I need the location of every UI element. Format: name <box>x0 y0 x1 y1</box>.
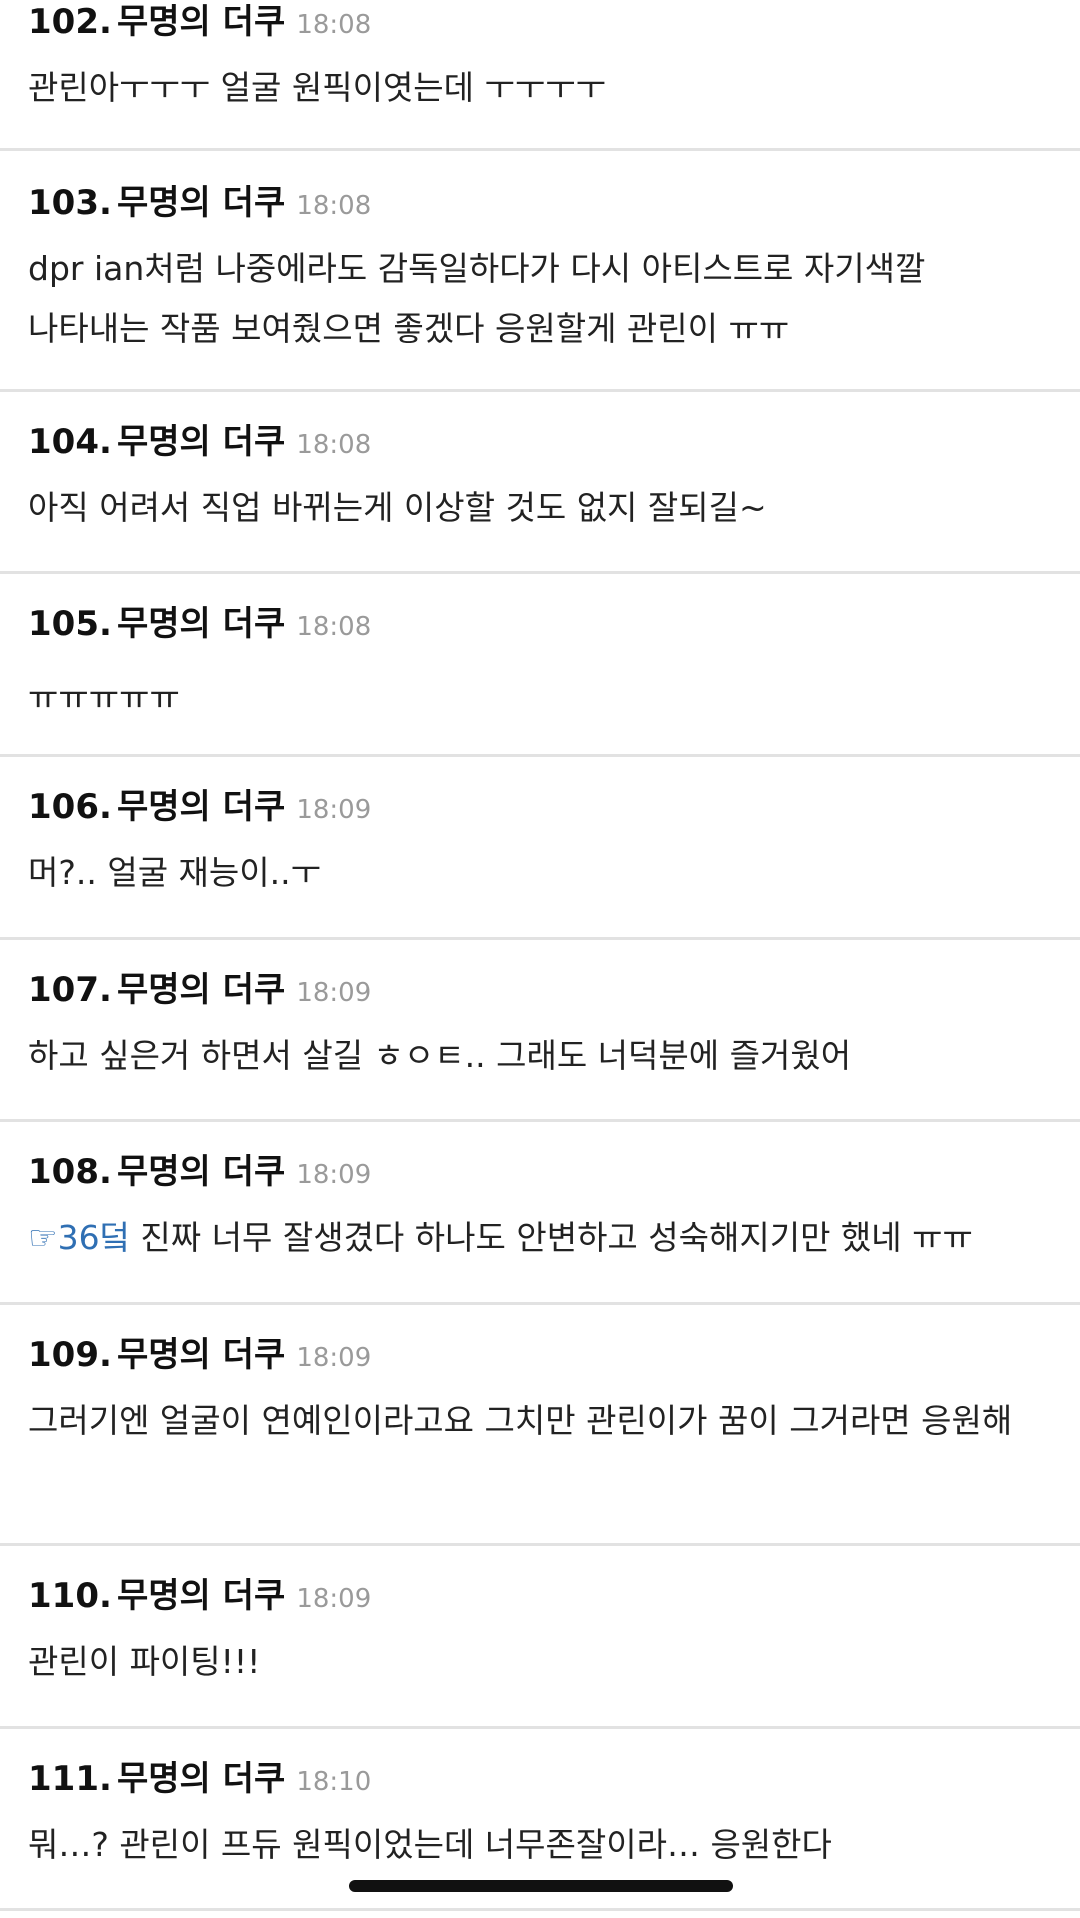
comment-author[interactable]: 무명의 더쿠 <box>117 1576 285 1616</box>
comment-text: 뭐…? 관린이 프듀 원픽이었는데 너무존잘이라… 응원한다 <box>28 1825 832 1864</box>
comment-text: 관린아ㅜㅜㅜ 얼굴 원픽이엿는데 ㅜㅜㅜㅜ <box>28 68 606 107</box>
comment-header: 103. 무명의 더쿠 18:08 <box>28 183 371 229</box>
comment-author[interactable]: 무명의 더쿠 <box>117 1152 285 1192</box>
comment-author[interactable]: 무명의 더쿠 <box>117 970 285 1010</box>
comment-number: 111. <box>28 1759 112 1799</box>
comment-author[interactable]: 무명의 더쿠 <box>117 422 285 462</box>
comment-number: 106. <box>28 787 112 827</box>
comment-number: 108. <box>28 1152 112 1192</box>
comment-item: 106. 무명의 더쿠 18:09 머?.. 얼굴 재능이..ㅜ <box>0 757 1080 940</box>
comment-anchor-link[interactable]: ☞36덬 <box>28 1218 130 1257</box>
comment-text: 아직 어려서 직업 바뀌는게 이상할 것도 없지 잘되길~ <box>28 488 767 527</box>
comment-number: 103. <box>28 183 112 223</box>
comment-header: 107. 무명의 더쿠 18:09 <box>28 970 371 1016</box>
comment-time: 18:09 <box>296 1343 372 1373</box>
comment-time: 18:08 <box>296 430 372 460</box>
comment-text: ㅠㅠㅠㅠㅠ <box>28 678 180 717</box>
comment-time: 18:09 <box>296 978 372 1008</box>
comment-header: 105. 무명의 더쿠 18:08 <box>28 604 371 650</box>
comment-item: 107. 무명의 더쿠 18:09 하고 싶은거 하면서 살길 ㅎㅇㅌ.. 그래… <box>0 940 1080 1122</box>
comment-header: 110. 무명의 더쿠 18:09 <box>28 1576 371 1622</box>
comment-author[interactable]: 무명의 더쿠 <box>117 787 285 827</box>
comment-text: 하고 싶은거 하면서 살길 ㅎㅇㅌ.. 그래도 너덕분에 즐거웠어 <box>28 1036 852 1075</box>
comment-text: dpr ian처럼 나중에라도 감독일하다가 다시 아티스트로 자기색깔 나타내… <box>28 249 926 348</box>
comment-header: 111. 무명의 더쿠 18:10 <box>28 1759 371 1805</box>
comment-author[interactable]: 무명의 더쿠 <box>117 2 285 42</box>
comment-item: 108. 무명의 더쿠 18:09 ☞36덬 진짜 너무 잘생겼다 하나도 안변… <box>0 1122 1080 1305</box>
comment-author[interactable]: 무명의 더쿠 <box>117 183 285 223</box>
comment-text: 그러기엔 얼굴이 연예인이라고요 그치만 관린이가 꿈이 그거라면 응원해 <box>28 1401 1013 1440</box>
comment-time: 18:08 <box>296 191 372 221</box>
comment-item: 110. 무명의 더쿠 18:09 관린이 파이팅!!! <box>0 1546 1080 1729</box>
comment-time: 18:08 <box>296 612 372 642</box>
comment-header: 106. 무명의 더쿠 18:09 <box>28 787 371 833</box>
comment-author[interactable]: 무명의 더쿠 <box>117 604 285 644</box>
comment-item: 104. 무명의 더쿠 18:08 아직 어려서 직업 바뀌는게 이상할 것도 … <box>0 392 1080 574</box>
comment-number: 107. <box>28 970 112 1010</box>
home-indicator[interactable] <box>349 1880 733 1892</box>
comment-item: 105. 무명의 더쿠 18:08 ㅠㅠㅠㅠㅠ <box>0 574 1080 757</box>
comment-text: 머?.. 얼굴 재능이..ㅜ <box>28 853 321 892</box>
comment-header: 108. 무명의 더쿠 18:09 <box>28 1152 371 1198</box>
comment-header: 104. 무명의 더쿠 18:08 <box>28 422 371 468</box>
comment-time: 18:09 <box>296 795 372 825</box>
comment-number: 105. <box>28 604 112 644</box>
comment-time: 18:10 <box>296 1767 372 1797</box>
comment-time: 18:08 <box>296 10 372 40</box>
comment-author[interactable]: 무명의 더쿠 <box>117 1335 285 1375</box>
comment-header: 102. 무명의 더쿠 18:08 <box>28 2 371 48</box>
comment-author[interactable]: 무명의 더쿠 <box>117 1759 285 1799</box>
comment-number: 104. <box>28 422 112 462</box>
comment-list: 102. 무명의 더쿠 18:08 관린아ㅜㅜㅜ 얼굴 원픽이엿는데 ㅜㅜㅜㅜ … <box>0 0 1080 1911</box>
comment-time: 18:09 <box>296 1584 372 1614</box>
comment-number: 109. <box>28 1335 112 1375</box>
comment-item: 103. 무명의 더쿠 18:08 dpr ian처럼 나중에라도 감독일하다가… <box>0 151 1080 392</box>
comment-number: 110. <box>28 1576 112 1616</box>
comment-header: 109. 무명의 더쿠 18:09 <box>28 1335 371 1381</box>
comment-item: 102. 무명의 더쿠 18:08 관린아ㅜㅜㅜ 얼굴 원픽이엿는데 ㅜㅜㅜㅜ <box>0 0 1080 151</box>
comment-time: 18:09 <box>296 1160 372 1190</box>
comment-item: 109. 무명의 더쿠 18:09 그러기엔 얼굴이 연예인이라고요 그치만 관… <box>0 1305 1080 1546</box>
comment-text-content: 진짜 너무 잘생겼다 하나도 안변하고 성숙해지기만 했네 ㅠㅠ <box>129 1218 973 1257</box>
comment-text: ☞36덬 진짜 너무 잘생겼다 하나도 안변하고 성숙해지기만 했네 ㅠㅠ <box>28 1208 1052 1268</box>
comment-text: 관린이 파이팅!!! <box>28 1642 261 1681</box>
comment-number: 102. <box>28 2 112 42</box>
